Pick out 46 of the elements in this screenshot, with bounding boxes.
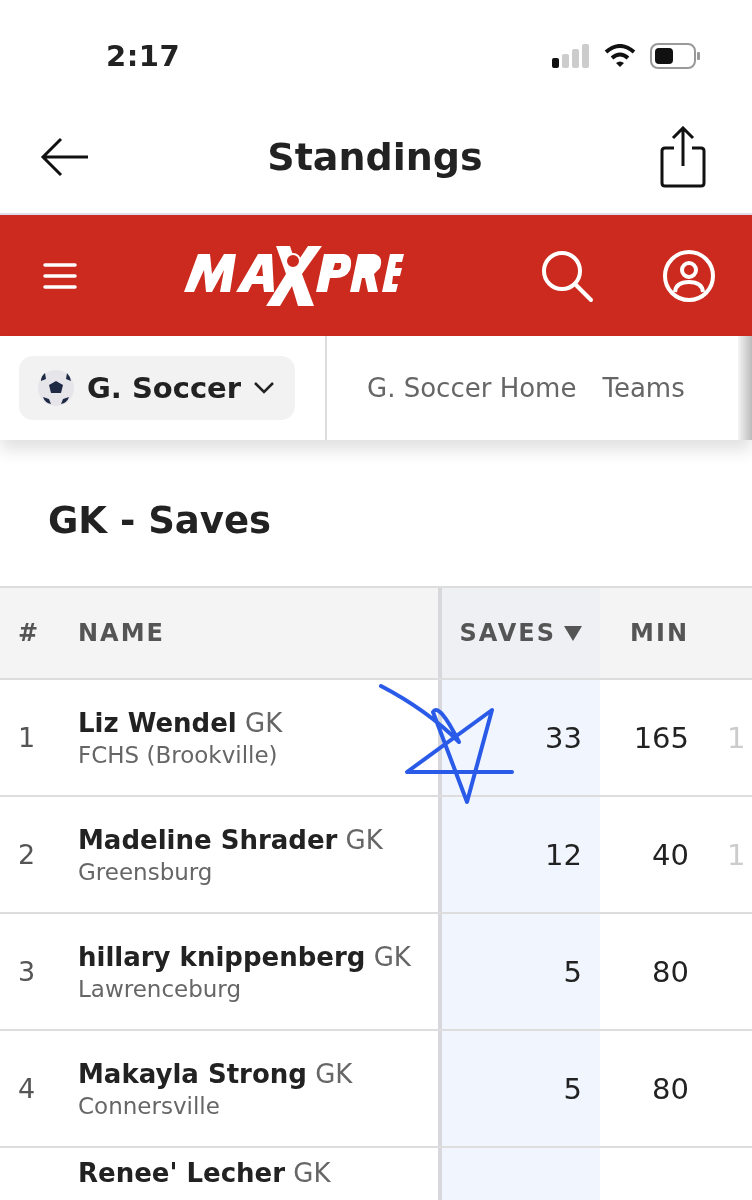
back-arrow-icon bbox=[40, 136, 90, 177]
school-name: Lawrenceburg bbox=[78, 975, 243, 1002]
table-cell: 5 bbox=[442, 1031, 600, 1146]
battery-icon bbox=[650, 43, 700, 69]
table-cell: 40 bbox=[652, 837, 689, 872]
column-header[interactable]: MIN bbox=[600, 588, 707, 678]
nav-link[interactable]: Teams bbox=[602, 373, 685, 403]
signal-icon bbox=[552, 44, 590, 68]
chevron-down-icon bbox=[253, 381, 276, 395]
status-time: 2:17 bbox=[106, 39, 181, 73]
menu-button[interactable] bbox=[42, 261, 78, 290]
school-name: FCHS (Brookville) bbox=[78, 741, 279, 768]
user-icon bbox=[662, 248, 716, 303]
table-cell: 80 bbox=[652, 954, 689, 989]
table-cell: 12 bbox=[442, 797, 600, 912]
school-name: Connersville bbox=[78, 1092, 221, 1119]
player-name[interactable]: Makayla Strong GK bbox=[78, 1058, 438, 1089]
search-icon bbox=[540, 248, 594, 303]
rank-cell-text: 2 bbox=[17, 839, 37, 870]
player-name[interactable]: Liz Wendel GK bbox=[78, 707, 438, 738]
rank-cell-text: 4 bbox=[17, 1073, 37, 1104]
back-button[interactable] bbox=[40, 136, 90, 177]
share-icon bbox=[660, 125, 706, 188]
school-name: Greensburg bbox=[78, 858, 214, 885]
player-name[interactable]: Madeline Shrader GK bbox=[78, 824, 438, 855]
rank-cell-text: 1 bbox=[17, 722, 37, 753]
column-header[interactable]: SAVES bbox=[442, 588, 600, 678]
table-cell: 80 bbox=[652, 1071, 689, 1106]
account-button[interactable] bbox=[662, 248, 716, 303]
rank-cell-text: 3 bbox=[17, 956, 37, 987]
table-cell: 165 bbox=[633, 720, 689, 755]
wifi-icon bbox=[604, 44, 636, 68]
table-cell: 5 bbox=[442, 914, 600, 1029]
player-name[interactable]: hillary knippenberg GK bbox=[78, 941, 438, 972]
search-button[interactable] bbox=[540, 248, 594, 303]
soccer-ball-icon bbox=[37, 369, 75, 407]
section-title: GK - Saves bbox=[48, 498, 272, 544]
table-cell: 33 bbox=[442, 680, 600, 795]
sport-selector[interactable]: G. Soccer bbox=[19, 356, 295, 420]
player-name[interactable]: Renee' Lecher GK bbox=[78, 1158, 438, 1188]
column-header[interactable]: NAME bbox=[60, 619, 438, 647]
column-header[interactable]: # bbox=[0, 619, 60, 647]
menu-icon bbox=[42, 261, 78, 290]
page-title: Standings bbox=[267, 134, 483, 179]
nav-link[interactable]: G. Soccer Home bbox=[367, 373, 577, 403]
share-button[interactable] bbox=[660, 125, 706, 188]
